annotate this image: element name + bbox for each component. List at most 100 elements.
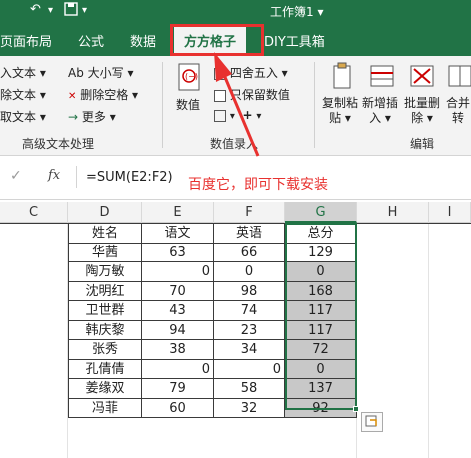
header-total[interactable]: 总分 [285, 224, 357, 244]
cell-name[interactable]: 陶万敏 [68, 262, 142, 282]
insert-new-icon[interactable] [368, 62, 396, 92]
keep-value-label: 只保留数值 [229, 88, 290, 102]
merge-icon[interactable] [446, 62, 471, 92]
copy-paste-icon[interactable] [328, 62, 356, 92]
cell-chinese[interactable]: 70 [142, 281, 214, 301]
cell-english[interactable]: 58 [214, 379, 285, 399]
cell-chinese[interactable]: 0 [142, 262, 214, 282]
ribbon-delete-text[interactable]: 除文本 ▾ [0, 86, 46, 103]
tab-formulas[interactable]: 公式 [78, 31, 104, 50]
column-header-g[interactable]: G [285, 202, 357, 223]
keep-value-icon [214, 89, 226, 102]
header-name[interactable]: 姓名 [68, 224, 142, 244]
copy-paste-label[interactable]: 复制粘 贴 ▾ [322, 96, 358, 126]
cell-chinese[interactable]: 60 [142, 398, 214, 418]
cell-total[interactable]: 0 [285, 262, 357, 282]
batch-delete-label[interactable]: 批量删 除 ▾ [404, 96, 440, 126]
cell-english[interactable]: 0 [214, 262, 285, 282]
dropdown-icon: ▾ [229, 111, 235, 122]
column-header-f[interactable]: F [214, 202, 285, 223]
remove-spaces-label: 删除空格 ▾ [80, 88, 139, 102]
cell-name[interactable]: 张秀 [68, 340, 142, 360]
batch-delete-icon[interactable] [408, 62, 436, 92]
table-row: 姜缘双 79 58 137 [0, 379, 471, 399]
cell-chinese[interactable]: 43 [142, 301, 214, 321]
cell-name[interactable]: 冯菲 [68, 398, 142, 418]
group-label-numeric: 数值录入 [210, 137, 259, 151]
ribbon-extract-text[interactable]: 取文本 ▾ [0, 108, 46, 125]
save-icon[interactable] [64, 2, 78, 20]
cell-english[interactable]: 23 [214, 320, 285, 340]
cell-name[interactable]: 华茜 [68, 242, 142, 262]
group-label-edit: 编辑 [410, 137, 435, 151]
column-header-d[interactable]: D [68, 202, 142, 223]
ribbon-case[interactable]: Ab 大小写 ▾ [68, 64, 133, 81]
tab-data[interactable]: 数据 [130, 31, 156, 50]
ribbon-keep-value[interactable]: 只保留数值 [214, 86, 290, 103]
cell-chinese[interactable]: 79 [142, 379, 214, 399]
cell-total[interactable]: 117 [285, 301, 357, 321]
undo-dropdown-icon[interactable]: ▾ [48, 5, 53, 16]
cell-english[interactable]: 0 [214, 359, 285, 379]
round-label: 四舍五入 ▾ [229, 66, 288, 80]
header-english[interactable]: 英语 [214, 224, 285, 244]
cell-total[interactable]: 137 [285, 379, 357, 399]
cell-name[interactable]: 卫世群 [68, 301, 142, 321]
cell-english[interactable]: 34 [214, 340, 285, 360]
cell-english[interactable]: 32 [214, 398, 285, 418]
cell-english[interactable]: 98 [214, 281, 285, 301]
cell-chinese[interactable]: 63 [142, 242, 214, 262]
cell-chinese[interactable]: 0 [142, 359, 214, 379]
document-title: 工作簿1 ▾ [270, 5, 324, 19]
ribbon-tabs: 页面布局 公式 数据 方方格子 DIY工具箱 [0, 22, 471, 56]
annotation-text: 百度它，即可下载安装 [188, 177, 328, 193]
cell-total[interactable]: 168 [285, 281, 357, 301]
customize-dropdown-icon[interactable]: ▾ [82, 5, 87, 16]
cell-chinese[interactable]: 94 [142, 320, 214, 340]
cell-name[interactable]: 姜缘双 [68, 379, 142, 399]
cell-name[interactable]: 沈明红 [68, 281, 142, 301]
value-button-label[interactable]: 数值 [176, 96, 200, 113]
cell-total[interactable]: 0 [285, 359, 357, 379]
ribbon-insert-symbol[interactable]: ▾ + ▾ [214, 108, 261, 122]
column-header-h[interactable]: H [357, 202, 429, 223]
table-row: 冯菲 60 32 92 [0, 398, 471, 418]
undo-icon[interactable]: ↶ [30, 2, 41, 17]
formula-separator [76, 166, 77, 188]
formula-input[interactable]: =SUM(E2:F2) [86, 170, 173, 185]
remove-spaces-icon: ✕ [68, 91, 77, 102]
quick-analysis-button[interactable] [361, 412, 383, 432]
cell-total[interactable]: 92 [285, 398, 357, 418]
fill-handle[interactable] [353, 406, 359, 412]
table-row: 华茜 63 66 129 [0, 242, 471, 262]
cell-english[interactable]: 66 [214, 242, 285, 262]
group-label-text-processing: 高级文本处理 [22, 137, 95, 151]
insert-new-label[interactable]: 新增插 入 ▾ [362, 96, 398, 126]
cell-total[interactable]: 72 [285, 340, 357, 360]
column-header-e[interactable]: E [142, 202, 214, 223]
tab-diy-toolbox[interactable]: DIY工具箱 [264, 31, 325, 50]
header-chinese[interactable]: 语文 [142, 224, 214, 244]
tab-page-layout[interactable]: 页面布局 [0, 31, 52, 50]
ribbon-more[interactable]: → 更多 ▾ [68, 108, 116, 125]
dropdown-icon-2: ▾ [256, 111, 262, 122]
title-bar: ↶ ▾ ▾ 工作簿1 ▾ [0, 0, 471, 22]
value-icon[interactable]: (−) [176, 62, 204, 92]
column-header-c[interactable]: C [0, 202, 68, 223]
cell-english[interactable]: 74 [214, 301, 285, 321]
ribbon-remove-spaces[interactable]: ✕ 删除空格 ▾ [68, 86, 138, 103]
excel-window: ↶ ▾ ▾ 工作簿1 ▾ 页面布局 公式 数据 方方格子 DIY工具箱 入文本 … [0, 0, 471, 458]
column-header-i[interactable]: I [429, 202, 471, 223]
cell-total[interactable]: 117 [285, 320, 357, 340]
worksheet-grid[interactable]: 姓名 语文 英语 总分 华茜 63 66 129 陶万敏 0 0 0 沈明红 7… [0, 223, 471, 458]
insert-function-icon[interactable]: fx [48, 168, 60, 183]
ribbon-round[interactable]: 四舍五入 ▾ [214, 64, 288, 81]
enter-check-icon[interactable]: ✓ [10, 168, 22, 184]
ribbon-insert-text[interactable]: 入文本 ▾ [0, 64, 46, 81]
tab-fangfang-gezi[interactable]: 方方格子 [174, 25, 247, 56]
cell-name[interactable]: 孔倩倩 [68, 359, 142, 379]
cell-name[interactable]: 韩庆黎 [68, 320, 142, 340]
cell-total[interactable]: 129 [285, 242, 357, 262]
merge-label[interactable]: 合并 转 [446, 96, 470, 126]
cell-chinese[interactable]: 38 [142, 340, 214, 360]
